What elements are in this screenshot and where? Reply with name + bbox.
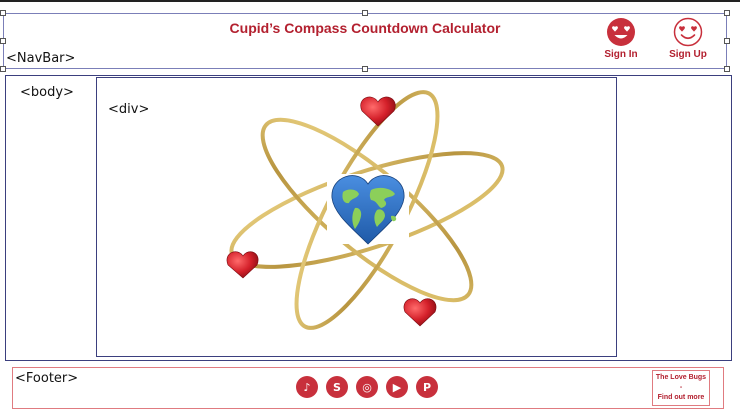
- sign-up-label: Sign Up: [669, 49, 707, 60]
- div-label: <div>: [108, 102, 150, 117]
- smiley-heart-eyes-outline-icon: [673, 17, 703, 47]
- top-border-line: [0, 0, 740, 2]
- love-bugs-title: The Love Bugs: [655, 374, 707, 381]
- sign-up-button[interactable]: Sign Up: [663, 17, 713, 60]
- navbar-label: <NavBar>: [6, 51, 76, 66]
- sign-in-label: Sign In: [604, 49, 638, 60]
- youtube-icon[interactable]: ▶: [386, 376, 408, 398]
- heart-icon: [226, 251, 259, 279]
- selection-handle[interactable]: [0, 66, 6, 72]
- heart-icon: [403, 298, 437, 327]
- love-bugs-link[interactable]: The Love Bugs - Find out more: [652, 370, 710, 406]
- instagram-icon[interactable]: ◎: [356, 376, 378, 398]
- selection-handle[interactable]: [362, 10, 368, 16]
- footer-label: <Footer>: [15, 371, 79, 386]
- social-links: ♪ S ◎ ▶ P: [296, 376, 438, 398]
- page-title: Cupid’s Compass Countdown Calculator: [229, 20, 501, 36]
- skype-icon[interactable]: S: [326, 376, 348, 398]
- atom-hearts-globe-illustration: [226, 90, 505, 330]
- heart-icon: [360, 96, 396, 127]
- find-out-more-link[interactable]: Find out more: [653, 393, 709, 403]
- selection-handle[interactable]: [362, 66, 368, 72]
- selection-handle[interactable]: [724, 66, 730, 72]
- tiktok-icon[interactable]: ♪: [296, 376, 318, 398]
- pinterest-icon[interactable]: P: [416, 376, 438, 398]
- sign-in-button[interactable]: Sign In: [596, 17, 646, 60]
- body-label: <body>: [20, 85, 74, 100]
- love-bugs-separator: -: [679, 384, 683, 391]
- smiley-heart-eyes-filled-icon: [607, 18, 635, 46]
- selection-handle[interactable]: [0, 38, 6, 44]
- selection-handle[interactable]: [724, 38, 730, 44]
- selection-handle[interactable]: [0, 10, 6, 16]
- selection-handle[interactable]: [724, 10, 730, 16]
